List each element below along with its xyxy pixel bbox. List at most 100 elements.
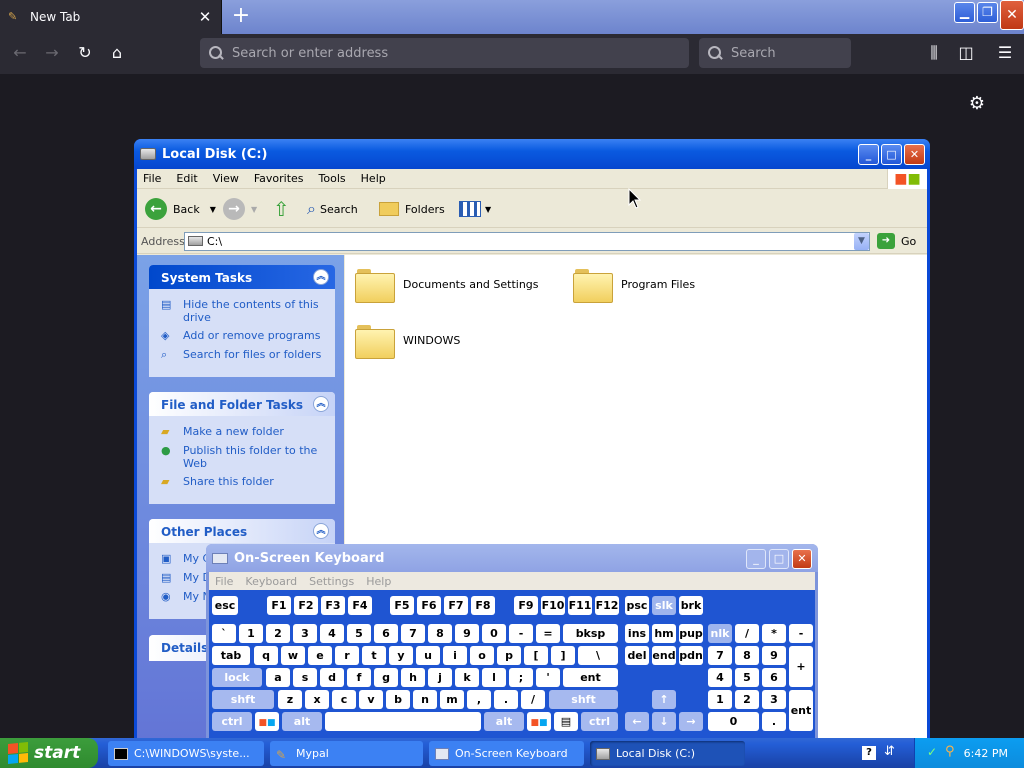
key-np-multiply[interactable]: * <box>762 624 786 643</box>
key-h[interactable]: h <box>401 668 425 687</box>
key-right-shift[interactable]: shft <box>549 690 618 709</box>
key-right-alt[interactable]: alt <box>484 712 524 731</box>
address-dropdown-icon[interactable]: ▼ <box>854 233 869 250</box>
folder-documents-and-settings[interactable]: Documents and Settings <box>355 267 539 303</box>
key-left-ctrl[interactable]: ctrl <box>212 712 252 731</box>
key-np-2[interactable]: 2 <box>735 690 759 709</box>
taskbar-item-on-screen-keyboard[interactable]: On-Screen Keyboard <box>429 741 584 766</box>
reload-icon[interactable]: ↻ <box>73 41 97 65</box>
key-j[interactable]: j <box>428 668 452 687</box>
key-arrow-down[interactable]: ↓ <box>652 712 676 731</box>
key-np-1[interactable]: 1 <box>708 690 732 709</box>
address-bar[interactable]: Search or enter address <box>200 38 689 68</box>
key-p[interactable]: p <box>497 646 521 665</box>
key-backslash[interactable]: \ <box>578 646 618 665</box>
key-brk[interactable]: brk <box>679 596 703 615</box>
collapse-icon[interactable]: ︽ <box>313 269 329 285</box>
key-minus[interactable]: - <box>509 624 533 643</box>
key-end[interactable]: end <box>652 646 676 665</box>
browser-minimize-button[interactable]: ▁ <box>954 2 975 23</box>
key-menu-icon[interactable]: ▤ <box>554 712 578 731</box>
language-icon[interactable]: ⇵ <box>884 744 895 759</box>
key-7[interactable]: 7 <box>401 624 425 643</box>
key-u[interactable]: u <box>416 646 440 665</box>
key-nlk[interactable]: nlk <box>708 624 732 643</box>
key-arrow-left[interactable]: ← <box>625 712 649 731</box>
key-np-4[interactable]: 4 <box>708 668 732 687</box>
views-button[interactable]: ▼ <box>459 196 491 222</box>
osk-menu-file[interactable]: File <box>215 575 233 588</box>
key-quote[interactable]: ' <box>536 668 560 687</box>
home-icon[interactable]: ⌂ <box>105 41 129 65</box>
key-np-3[interactable]: 3 <box>762 690 786 709</box>
key-np-enter[interactable]: ent <box>789 690 813 731</box>
key-left-alt[interactable]: alt <box>282 712 322 731</box>
gear-icon[interactable]: ⚙ <box>966 93 988 115</box>
key-esc[interactable]: esc <box>212 596 238 615</box>
key-n[interactable]: n <box>413 690 437 709</box>
minimize-button[interactable]: _ <box>858 144 879 165</box>
clock[interactable]: 6:42 PM <box>964 747 1008 760</box>
back-arrow-icon[interactable]: ← <box>8 41 32 65</box>
key-z[interactable]: z <box>278 690 302 709</box>
key-f6[interactable]: F6 <box>417 596 441 615</box>
key-1[interactable]: 1 <box>239 624 263 643</box>
osk-menu-keyboard[interactable]: Keyboard <box>245 575 297 588</box>
key-np-add[interactable]: + <box>789 646 813 687</box>
key-d[interactable]: d <box>320 668 344 687</box>
key-b[interactable]: b <box>386 690 410 709</box>
task-hide-contents[interactable]: ▤ Hide the contents of this drive <box>149 295 335 326</box>
key-np-divide[interactable]: / <box>735 624 759 643</box>
other-places-header[interactable]: Other Places ︽ <box>149 519 335 543</box>
task-publish-web[interactable]: ● Publish this folder to the Web <box>149 441 335 472</box>
menu-file[interactable]: File <box>143 172 161 185</box>
key-f[interactable]: f <box>347 668 371 687</box>
back-button[interactable]: ← Back ▼ <box>145 196 216 222</box>
search-icon[interactable]: ⚲ <box>945 744 955 759</box>
key-tab[interactable]: tab <box>212 646 250 665</box>
osk-menu-help[interactable]: Help <box>366 575 391 588</box>
key-0[interactable]: 0 <box>482 624 506 643</box>
file-folder-tasks-header[interactable]: File and Folder Tasks ︽ <box>149 392 335 416</box>
key-np-0[interactable]: 0 <box>708 712 759 731</box>
key-f2[interactable]: F2 <box>294 596 318 615</box>
key-left-windows[interactable]: ■■ <box>255 712 279 731</box>
key-6[interactable]: 6 <box>374 624 398 643</box>
key-f8[interactable]: F8 <box>471 596 495 615</box>
key-pup[interactable]: pup <box>679 624 703 643</box>
folders-button[interactable]: Folders <box>379 196 445 222</box>
key-a[interactable]: a <box>266 668 290 687</box>
key-arrow-up[interactable]: ↑ <box>652 690 676 709</box>
menu-edit[interactable]: Edit <box>176 172 197 185</box>
key-hm[interactable]: hm <box>652 624 676 643</box>
key-backspace[interactable]: bksp <box>563 624 618 643</box>
key-f7[interactable]: F7 <box>444 596 468 615</box>
up-folder-button[interactable]: ⇧ <box>273 196 290 222</box>
maximize-button[interactable]: □ <box>881 144 902 165</box>
key-np-5[interactable]: 5 <box>735 668 759 687</box>
key-np-9[interactable]: 9 <box>762 646 786 665</box>
taskbar-item-mypal[interactable]: ✎ Mypal <box>270 741 423 766</box>
key-f11[interactable]: F11 <box>568 596 592 615</box>
task-search-files[interactable]: ⌕ Search for files or folders <box>149 345 335 364</box>
address-field[interactable]: C:\ <box>184 232 870 251</box>
network-icon[interactable]: ✓ <box>927 745 937 759</box>
key-5[interactable]: 5 <box>347 624 371 643</box>
key-psc[interactable]: psc <box>625 596 649 615</box>
collapse-icon[interactable]: ︽ <box>313 523 329 539</box>
taskbar-item-local-disk[interactable]: Local Disk (C:) <box>590 741 745 766</box>
menu-favorites[interactable]: Favorites <box>254 172 304 185</box>
key-w[interactable]: w <box>281 646 305 665</box>
key-q[interactable]: q <box>254 646 278 665</box>
key-del[interactable]: del <box>625 646 649 665</box>
key-slash[interactable]: / <box>521 690 545 709</box>
key-caps-lock[interactable]: lock <box>212 668 262 687</box>
key-f4[interactable]: F4 <box>348 596 372 615</box>
go-button[interactable]: ➜ Go <box>877 233 916 249</box>
new-tab-button[interactable]: + <box>228 4 254 30</box>
key-k[interactable]: k <box>455 668 479 687</box>
key-i[interactable]: i <box>443 646 467 665</box>
key-arrow-right[interactable]: → <box>679 712 703 731</box>
key-right-windows[interactable]: ■■ <box>527 712 551 731</box>
browser-tab[interactable]: ✎ New Tab ✕ <box>0 0 222 34</box>
